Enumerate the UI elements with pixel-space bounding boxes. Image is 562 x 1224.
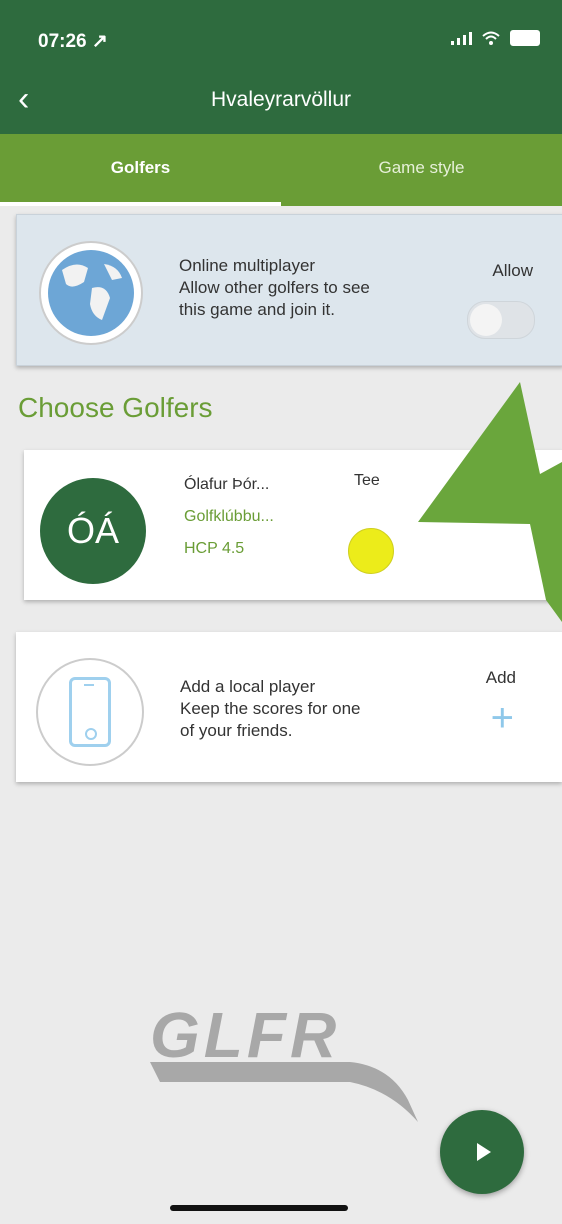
- status-bar: 07:26 ↗: [0, 0, 562, 68]
- phone-icon: [36, 658, 144, 766]
- home-indicator: [170, 1205, 348, 1211]
- tab-game-style[interactable]: Game style: [281, 134, 562, 206]
- globe-icon: [39, 241, 143, 345]
- golfer-club: Golfklúbbu...: [184, 508, 274, 525]
- tab-bar: Golfers Game style: [0, 134, 562, 206]
- annotation-arrow-icon: [418, 382, 562, 622]
- avatar: ÓÁ: [40, 478, 146, 584]
- local-player-title: Add a local player: [180, 677, 316, 696]
- tee-label: Tee: [354, 472, 380, 489]
- local-player-desc-line1: Keep the scores for one: [180, 699, 361, 718]
- page-title: Hvaleyrarvöllur: [210, 88, 352, 111]
- plus-icon[interactable]: +: [491, 698, 514, 738]
- status-icons: [451, 30, 540, 46]
- play-button[interactable]: [440, 1110, 524, 1194]
- multiplayer-desc-line2: this game and join it.: [179, 300, 335, 319]
- nav-bar: ‹ Hvaleyrarvöllur: [0, 68, 562, 134]
- tab-golfers[interactable]: Golfers: [0, 134, 281, 206]
- toggle-knob: [470, 304, 502, 336]
- battery-icon: [510, 30, 540, 46]
- golfer-name: Ólafur Þór...: [184, 476, 270, 493]
- local-player-desc-line2: of your friends.: [180, 721, 293, 740]
- allow-label: Allow: [492, 261, 533, 280]
- tee-color-button[interactable]: [348, 528, 394, 574]
- section-title: Choose Golfers: [18, 392, 213, 423]
- multiplayer-desc-line1: Allow other golfers to see: [179, 278, 370, 297]
- wifi-icon: [482, 31, 500, 45]
- golfer-hcp: HCP 4.5: [184, 540, 245, 557]
- play-icon: [477, 1143, 491, 1161]
- status-time: 07:26 ↗: [38, 31, 108, 52]
- multiplayer-text: Online multiplayer Allow other golfers t…: [179, 255, 370, 321]
- online-multiplayer-card: Online multiplayer Allow other golfers t…: [16, 214, 562, 366]
- add-label: Add: [485, 668, 516, 687]
- allow-toggle[interactable]: [467, 301, 535, 339]
- logo-swoosh: [150, 1062, 418, 1122]
- local-player-text: Add a local player Keep the scores for o…: [180, 676, 361, 742]
- multiplayer-title: Online multiplayer: [179, 256, 316, 275]
- signal-icon: [451, 31, 472, 45]
- add-local-player-card[interactable]: Add a local player Keep the scores for o…: [16, 632, 562, 782]
